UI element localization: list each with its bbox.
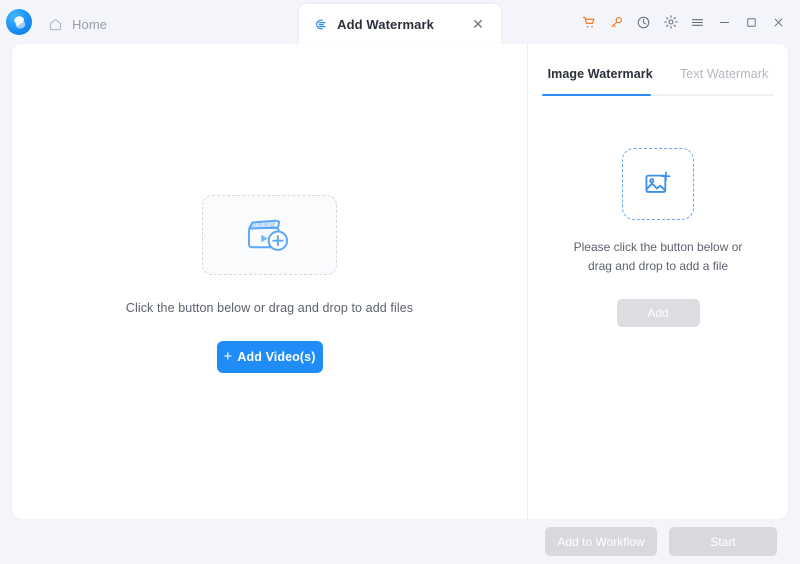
title-bar: Home Add Watermark ✕ <box>0 0 800 44</box>
key-icon[interactable] <box>603 10 630 34</box>
image-watermark-hint-line1: Please click the button below or <box>573 240 743 254</box>
add-image-button[interactable]: Add <box>616 299 700 327</box>
settings-gear-icon[interactable] <box>657 10 684 34</box>
video-drop-hint: Click the button below or drag and drop … <box>125 301 414 315</box>
footer-bar: Add to Workflow Start <box>0 519 800 564</box>
tab-close-icon[interactable]: ✕ <box>471 17 485 31</box>
image-watermark-hint: Please click the button below or drag an… <box>558 238 758 276</box>
window-controls <box>576 10 792 34</box>
add-video-button[interactable]: + Add Video(s) <box>216 341 323 373</box>
tab-home[interactable]: Home <box>34 4 133 44</box>
tab-home-label: Home <box>72 16 108 32</box>
app-window: Home Add Watermark ✕ Click the button be… <box>0 0 800 564</box>
tab-strip: Home Add Watermark ✕ <box>34 0 501 44</box>
image-watermark-hint-line2: drag and drop to add a file <box>587 259 729 273</box>
brand-swirl-logo-icon <box>13 15 25 29</box>
video-import-pane: Click the button below or drag and drop … <box>12 44 528 519</box>
image-add-icon <box>645 171 671 193</box>
plus-icon: + <box>223 348 233 365</box>
menu-icon[interactable] <box>684 10 711 34</box>
tab-text-watermark-label: Text Watermark <box>679 67 769 81</box>
add-to-workflow-button[interactable]: Add to Workflow <box>545 527 657 556</box>
tab-active-underline <box>542 93 651 96</box>
tab-text-watermark[interactable]: Text Watermark <box>678 61 770 87</box>
watermark-tabs: Image Watermark Text Watermark <box>528 52 788 96</box>
video-add-clapperboard-icon <box>247 219 288 251</box>
history-icon[interactable] <box>630 10 657 34</box>
tab-image-watermark-label: Image Watermark <box>547 67 653 81</box>
minimize-icon[interactable] <box>711 10 738 34</box>
watermark-icon <box>316 19 326 29</box>
video-dropzone[interactable] <box>202 195 337 275</box>
tab-add-watermark-label: Add Watermark <box>337 16 434 32</box>
close-icon[interactable] <box>765 10 792 34</box>
content-card: Click the button below or drag and drop … <box>12 44 788 519</box>
home-icon <box>49 18 62 30</box>
tab-add-watermark[interactable]: Add Watermark ✕ <box>299 4 501 44</box>
image-dropzone[interactable] <box>622 148 694 220</box>
start-button[interactable]: Start <box>669 527 777 556</box>
watermark-settings-pane: Image Watermark Text Watermark Please cl… <box>528 44 788 519</box>
tab-image-watermark[interactable]: Image Watermark <box>546 61 655 87</box>
app-logo <box>6 9 32 35</box>
cart-icon[interactable] <box>576 10 603 34</box>
add-video-button-label: Add Video(s) <box>237 350 316 364</box>
maximize-icon[interactable] <box>738 10 765 34</box>
